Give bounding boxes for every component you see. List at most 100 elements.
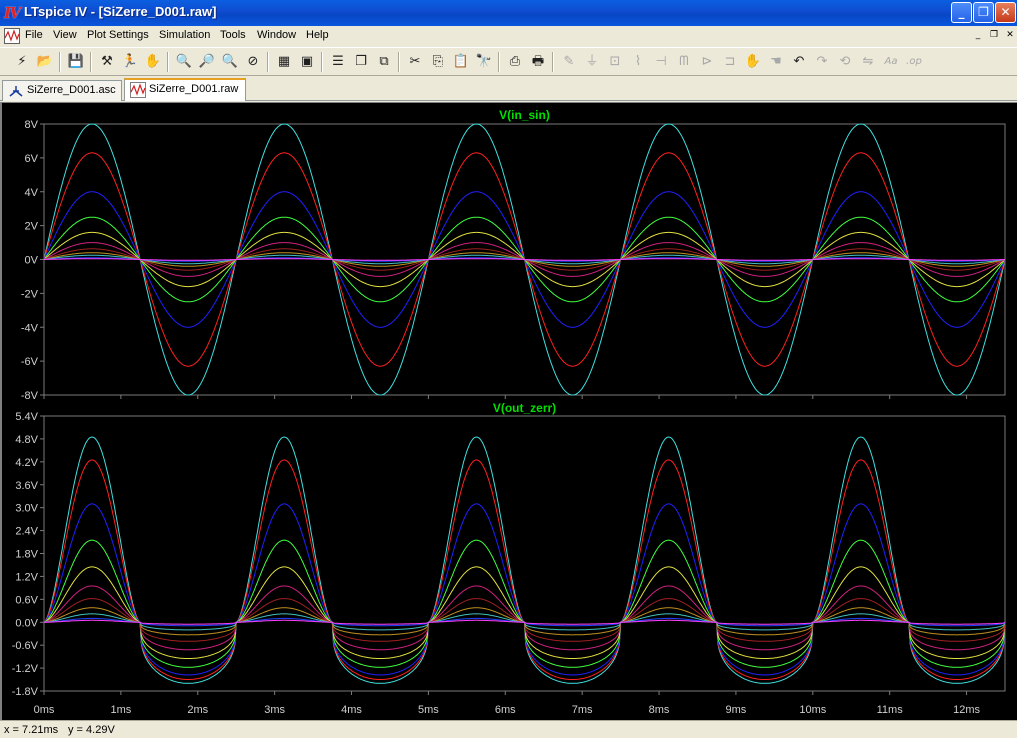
waveform-plot[interactable]: 8V 6V 4V 2V 0V -2V -4V -6V -8V V(in_sin) 5.4V 4.8V 4…	[2, 103, 1017, 720]
y-tick-label: 4.2V	[15, 457, 38, 469]
redo-icon[interactable]: ↷	[812, 52, 832, 72]
pick-visible-icon[interactable]: ▣	[297, 52, 317, 72]
trace-title[interactable]: V(out_zerr)	[493, 401, 556, 415]
zoom-fit-icon[interactable]: ⊘	[243, 52, 263, 72]
control-panel-icon[interactable]: ⚒	[97, 52, 117, 72]
zoom-in-icon[interactable]: 🔍	[174, 52, 194, 72]
cursor-x-readout: x = 7.21ms	[4, 724, 59, 736]
new-schematic-icon[interactable]: ⚡	[12, 52, 32, 72]
y-tick-label: -6V	[21, 356, 39, 368]
mdi-minimize-button[interactable]: _	[971, 29, 985, 41]
mdi-restore-button[interactable]: ❐	[987, 29, 1001, 41]
waveform-doc-icon[interactable]	[4, 28, 20, 44]
tile-horizontal-icon[interactable]: ☰	[328, 52, 348, 72]
toolbar: ⚡ 📂 💾 ⚒ 🏃 ✋ 🔍 🔎 🔍 ⊘ ▦ ▣ ☰ ❐ ⧉ ✂ ⎘ 📋 🔭 ⎙ 🖶 ✎ ⏚ ⊡ ⌇ ⊣ ᗰ ⊳ ⊐ ✋ ☚ ↶ ↷ ⟲ ⇋ Aa .op	[0, 47, 1017, 76]
minimize-button[interactable]: _	[951, 2, 972, 23]
y-tick-label: 4V	[25, 187, 39, 199]
x-tick-label: 12ms	[953, 704, 980, 716]
print-icon[interactable]: 🖶	[528, 52, 548, 72]
undo-icon[interactable]: ↶	[789, 52, 809, 72]
menu-window[interactable]: Window	[257, 29, 296, 41]
halt-icon[interactable]: ✋	[143, 52, 163, 72]
wire-icon[interactable]: ✎	[559, 52, 579, 72]
x-tick-label: 8ms	[649, 704, 670, 716]
x-tick-label: 3ms	[264, 704, 285, 716]
menu-bar: File View Plot Settings Simulation Tools…	[0, 26, 1017, 46]
cut-icon[interactable]: ✂	[405, 52, 425, 72]
menu-plot-settings[interactable]: Plot Settings	[87, 29, 149, 41]
plot-pane-1[interactable]: 8V 6V 4V 2V 0V -2V -4V -6V -8V V(in_sin)	[21, 108, 1006, 402]
waveform-icon	[130, 82, 146, 98]
waveform-viewer[interactable]: 8V 6V 4V 2V 0V -2V -4V -6V -8V V(in_sin) 5.4V 4.8V 4…	[0, 102, 1017, 720]
trace-2-4	[43, 539, 1006, 668]
zoom-pan-icon[interactable]: 🔎	[197, 52, 217, 72]
copy-icon[interactable]: ⎘	[428, 52, 448, 72]
x-tick-label: 9ms	[726, 704, 747, 716]
y-tick-label: 3.6V	[15, 480, 38, 492]
menu-tools[interactable]: Tools	[220, 29, 246, 41]
rotate-icon[interactable]: ⟲	[835, 52, 855, 72]
trace-title[interactable]: V(in_sin)	[499, 108, 550, 122]
y-tick-label: -2V	[21, 288, 39, 300]
y-tick-label: -0.6V	[12, 640, 39, 652]
label-net-icon[interactable]: ⊡	[605, 52, 625, 72]
paste-icon[interactable]: 📋	[451, 52, 471, 72]
window-title: LTspice IV - [SiZerre_D001.raw]	[24, 4, 217, 19]
spice-directive-icon[interactable]: .op	[904, 52, 924, 72]
y-tick-label: 0.0V	[15, 617, 38, 629]
diode-icon[interactable]: ⊳	[697, 52, 717, 72]
autorange-icon[interactable]: ▦	[274, 52, 294, 72]
tab-schematic[interactable]: SiZerre_D001.asc	[2, 80, 122, 101]
run-icon[interactable]: 🏃	[120, 52, 140, 72]
inductor-icon[interactable]: ᗰ	[674, 52, 694, 72]
plot-pane-2[interactable]: 5.4V 4.8V 4.2V 3.6V 3.0V 2.4V 1.8V 1.2V 0.6V 0.0V…	[12, 401, 1006, 698]
y-tick-label: -1.8V	[12, 686, 39, 698]
trace-2-2	[43, 459, 1006, 680]
toolbar-separator	[59, 52, 61, 72]
y-tick-label: 0.6V	[15, 594, 38, 606]
capacitor-icon[interactable]: ⊣	[651, 52, 671, 72]
menu-help[interactable]: Help	[306, 29, 329, 41]
trace-2-5	[43, 566, 1006, 659]
menu-file[interactable]: File	[25, 29, 43, 41]
y-tick-label: 8V	[25, 119, 39, 131]
document-tabs: SiZerre_D001.asc SiZerre_D001.raw	[0, 77, 1017, 101]
open-icon[interactable]: 📂	[35, 52, 55, 72]
menu-view[interactable]: View	[53, 29, 77, 41]
tab-waveform[interactable]: SiZerre_D001.raw	[124, 78, 246, 101]
x-tick-label: 5ms	[418, 704, 439, 716]
x-tick-label: 6ms	[495, 704, 516, 716]
y-tick-label: 4.8V	[15, 434, 38, 446]
toolbar-separator	[321, 52, 323, 72]
close-button[interactable]: ✕	[995, 2, 1016, 23]
y-tick-label: 5.4V	[15, 411, 38, 423]
y-tick-label: 0V	[25, 255, 39, 267]
find-icon[interactable]: 🔭	[474, 52, 494, 72]
resistor-icon[interactable]: ⌇	[628, 52, 648, 72]
ltspice-window: Ⅳ LTspice IV - [SiZerre_D001.raw] _ ❐ ✕ …	[0, 0, 1017, 738]
drag-hand-icon[interactable]: ☚	[766, 52, 786, 72]
status-bar: x = 7.21ms y = 4.29V	[0, 720, 1017, 738]
save-icon[interactable]: 💾	[66, 52, 86, 72]
ground-icon[interactable]: ⏚	[582, 52, 602, 72]
y-tick-label: 2V	[25, 221, 39, 233]
toolbar-separator	[167, 52, 169, 72]
mirror-icon[interactable]: ⇋	[858, 52, 878, 72]
component-icon[interactable]: ⊐	[720, 52, 740, 72]
toolbar-separator	[552, 52, 554, 72]
cascade-icon[interactable]: ❐	[351, 52, 371, 72]
menu-simulation[interactable]: Simulation	[159, 29, 210, 41]
y-tick-label: 3.0V	[15, 503, 38, 515]
text-icon[interactable]: Aa	[881, 52, 901, 72]
print-setup-icon[interactable]: ⎙	[505, 52, 525, 72]
title-bar[interactable]: Ⅳ LTspice IV - [SiZerre_D001.raw] _ ❐ ✕	[0, 0, 1017, 26]
move-hand-icon[interactable]: ✋	[743, 52, 763, 72]
zoom-out-icon[interactable]: 🔍	[220, 52, 240, 72]
x-tick-label: 7ms	[572, 704, 593, 716]
mdi-close-button[interactable]: ✕	[1003, 29, 1017, 41]
toolbar-separator	[267, 52, 269, 72]
x-tick-label: 10ms	[799, 704, 826, 716]
maximize-button[interactable]: ❐	[973, 2, 994, 23]
tile-vertical-icon[interactable]: ⧉	[374, 52, 394, 72]
x-tick-label: 2ms	[187, 704, 208, 716]
